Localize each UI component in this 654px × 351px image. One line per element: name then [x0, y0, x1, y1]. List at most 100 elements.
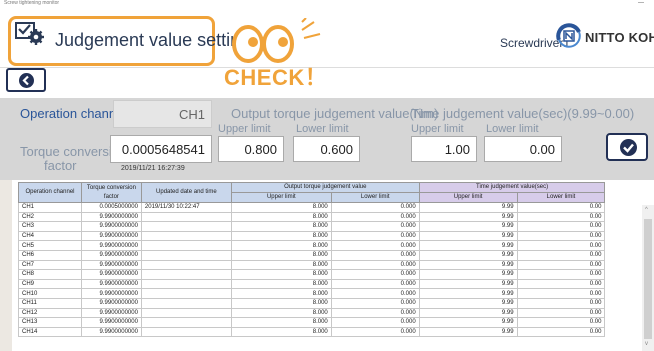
cell-output-lower: 0.000 [330, 269, 420, 280]
scroll-up-icon[interactable]: ^ [645, 207, 648, 213]
output-torque-label: Output torque judgement value(Nm) [231, 106, 439, 121]
table-row[interactable]: CH13 9.9900000000 8.000 0.000 9.99 0.00 [18, 317, 649, 328]
cell-updated [140, 240, 232, 251]
cell-time-upper: 9.99 [418, 307, 518, 319]
cell-time-lower: 0.00 [516, 230, 606, 242]
cell-output-lower: 0.000 [330, 249, 420, 261]
cell-channel: CH14 [18, 326, 82, 338]
cell-updated [140, 317, 232, 328]
spark-lines-icon [301, 18, 321, 39]
cell-channel: CH3 [18, 221, 82, 232]
cell-time-lower: 0.00 [516, 278, 606, 290]
header-channel: Operation channel [18, 182, 82, 203]
table-row[interactable]: CH8 9.9900000000 8.000 0.000 9.99 0.00 [18, 269, 649, 280]
cell-output-upper: 8.000 [230, 221, 332, 232]
table-row[interactable]: CH2 9.9900000000 8.000 0.000 9.99 0.00 [18, 211, 649, 223]
minimize-button[interactable]: — [638, 0, 644, 6]
back-button[interactable] [6, 68, 46, 92]
time-upper-field[interactable]: 1.00 [411, 136, 477, 162]
cell-time-lower: 0.00 [516, 240, 606, 251]
output-lower-field[interactable]: 0.600 [293, 136, 360, 162]
cell-output-upper: 8.000 [230, 307, 332, 319]
time-lower-field[interactable]: 0.00 [484, 136, 562, 162]
cell-channel: CH1 [18, 202, 82, 213]
cell-time-lower: 0.00 [516, 326, 606, 338]
chevron-left-icon [19, 73, 34, 88]
cell-time-upper: 9.99 [418, 278, 518, 290]
cell-factor: 9.9900000000 [80, 211, 142, 223]
page-title: Judgement value setting [55, 30, 251, 50]
header-output-upper: Upper limit [230, 192, 332, 203]
table-row[interactable]: CH14 9.9900000000 8.000 0.000 9.99 0.00 [18, 326, 649, 338]
cell-updated [140, 297, 232, 309]
cell-output-upper: 8.000 [230, 249, 332, 261]
table-row[interactable]: CH9 9.9900000000 8.000 0.000 9.99 0.00 [18, 278, 649, 290]
header-output-group: Output torque judgement value [230, 182, 420, 193]
table-row[interactable]: CH4 9.9900000000 8.000 0.000 9.99 0.00 [18, 230, 649, 242]
header-output-lower: Lower limit [330, 192, 420, 203]
cell-updated [140, 221, 232, 232]
cell-channel: CH7 [18, 259, 82, 271]
cell-time-upper: 9.99 [418, 240, 518, 251]
output-upper-field[interactable]: 0.800 [218, 136, 284, 162]
scroll-down-icon[interactable]: v [645, 341, 648, 347]
cell-factor: 9.9900000000 [80, 297, 142, 309]
cell-channel: CH13 [18, 317, 82, 328]
cell-channel: CH10 [18, 288, 82, 299]
cell-time-upper: 9.99 [418, 326, 518, 338]
cell-output-lower: 0.000 [330, 317, 420, 328]
table-row[interactable]: CH5 9.9900000000 8.000 0.000 9.99 0.00 [18, 240, 649, 251]
cell-factor: 9.9900000000 [80, 269, 142, 280]
table-row[interactable]: CH3 9.9900000000 8.000 0.000 9.99 0.00 [18, 221, 649, 232]
cell-output-upper: 8.000 [230, 288, 332, 299]
operation-channel-field[interactable]: CH1 [113, 100, 212, 128]
cell-factor: 9.9900000000 [80, 326, 142, 338]
time-lower-label: Lower limit [486, 123, 539, 135]
cell-time-upper: 9.99 [418, 202, 518, 213]
cell-factor: 9.9900000000 [80, 221, 142, 232]
operation-channel-label: Operation channel [20, 106, 127, 121]
cell-factor: 9.9900000000 [80, 307, 142, 319]
cell-channel: CH2 [18, 211, 82, 223]
checkmark-icon [620, 139, 637, 156]
cell-time-upper: 9.99 [418, 211, 518, 223]
table-row[interactable]: CH6 9.9900000000 8.000 0.000 9.99 0.00 [18, 249, 649, 261]
cell-updated [140, 230, 232, 242]
cell-output-upper: 8.000 [230, 211, 332, 223]
header-factor: Torque conversion factor [80, 182, 142, 203]
scroll-thumb[interactable] [644, 219, 652, 339]
cell-channel: CH4 [18, 230, 82, 242]
torque-conversion-field[interactable]: 0.0005648541 [110, 135, 212, 163]
cell-output-lower: 0.000 [330, 297, 420, 309]
cell-output-upper: 8.000 [230, 297, 332, 309]
cell-time-lower: 0.00 [516, 211, 606, 223]
cell-updated [140, 259, 232, 271]
torque-conversion-date: 2019/11/21 16:27:39 [121, 165, 185, 172]
confirm-button[interactable] [606, 133, 648, 161]
table-scrollbar[interactable]: ^ v [642, 205, 654, 351]
cell-updated: 2019/11/30 10:22:47 [140, 202, 232, 213]
cell-time-lower: 0.00 [516, 297, 606, 309]
time-upper-label: Upper limit [411, 123, 464, 135]
cell-output-upper: 8.000 [230, 278, 332, 290]
cell-updated [140, 307, 232, 319]
brand-name: NITTO KOHKI [585, 30, 654, 45]
cell-time-lower: 0.00 [516, 259, 606, 271]
table-row[interactable]: CH1 0.0005000000 2019/11/30 10:22:47 8.000 0… [18, 202, 649, 213]
table-row[interactable]: CH12 9.9900000000 8.000 0.000 9.99 0.00 [18, 307, 649, 319]
cell-channel: CH9 [18, 278, 82, 290]
checkbox-gear-icon [15, 22, 44, 45]
cell-time-lower: 0.00 [516, 317, 606, 328]
cell-output-upper: 8.000 [230, 326, 332, 338]
cell-time-lower: 0.00 [516, 307, 606, 319]
table-row[interactable]: CH11 9.9900000000 8.000 0.000 9.99 0.00 [18, 297, 649, 309]
cell-updated [140, 278, 232, 290]
time-judgement-label: Time judgement value(sec)(9.99~0.00) [411, 106, 635, 121]
cell-factor: 9.9900000000 [80, 259, 142, 271]
cell-time-lower: 0.00 [516, 202, 606, 213]
table-row[interactable]: CH7 9.9900000000 8.000 0.000 9.99 0.00 [18, 259, 649, 271]
cell-time-lower: 0.00 [516, 269, 606, 280]
cell-output-upper: 8.000 [230, 230, 332, 242]
cell-factor: 9.9900000000 [80, 288, 142, 299]
table-row[interactable]: CH10 9.9900000000 8.000 0.000 9.99 0.00 [18, 288, 649, 299]
